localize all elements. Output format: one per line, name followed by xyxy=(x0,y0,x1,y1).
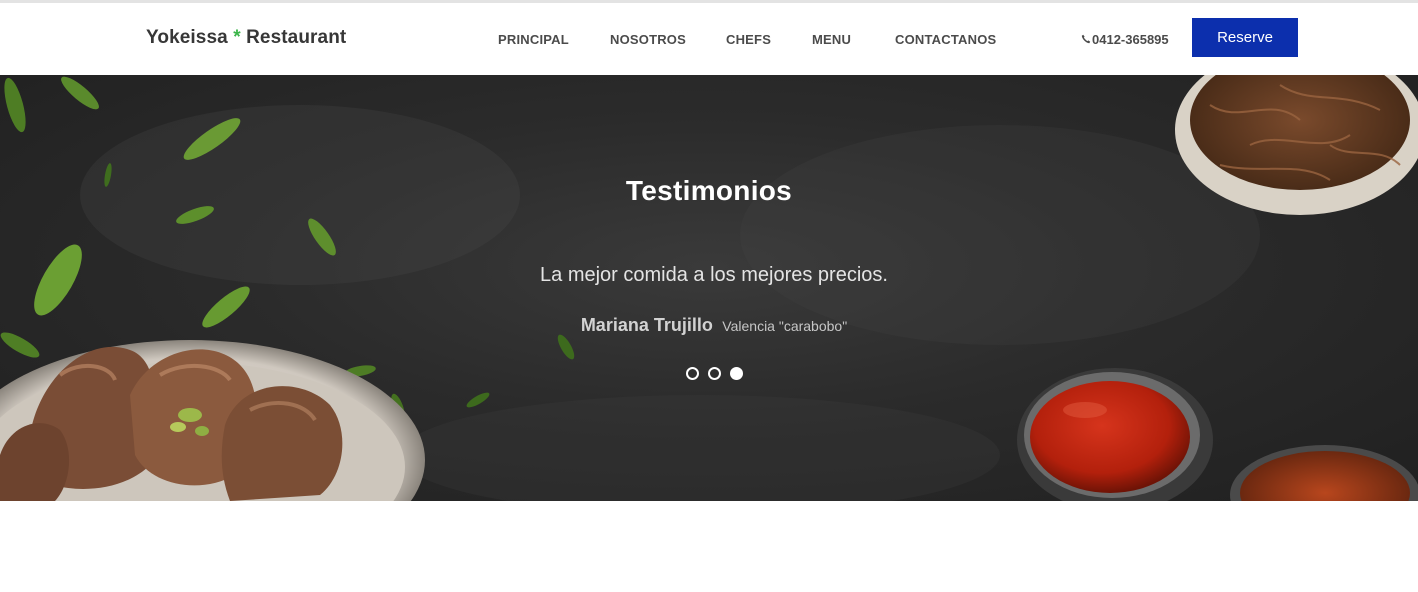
nav-item-contactanos[interactable]: CONTACTANOS xyxy=(895,32,996,47)
testimonials-title: Testimonios xyxy=(625,175,793,206)
author-location: Valencia "carabobo" xyxy=(722,318,848,334)
main-nav: PRINCIPAL NOSOTROS CHEFS MENU CONTACTANO… xyxy=(498,32,996,47)
brand-separator: * xyxy=(233,27,241,48)
testimonial-author: Mariana Trujillo Valencia "carabobo" xyxy=(0,315,1418,336)
author-name: Mariana Trujillo xyxy=(580,315,713,335)
brand-logo[interactable]: Yokeissa * Restaurant xyxy=(146,27,346,49)
reserve-button[interactable]: Reserve xyxy=(1192,18,1298,57)
nav-item-menu[interactable]: MENU xyxy=(812,32,895,47)
nav-item-principal[interactable]: PRINCIPAL xyxy=(498,32,610,47)
carousel-dot-1[interactable] xyxy=(686,367,699,380)
nav-item-nosotros[interactable]: NOSOTROS xyxy=(610,32,726,47)
phone-contact[interactable]: 0412-365895 xyxy=(1081,32,1169,47)
testimonials-section: Testimonios La mejor comida a los mejore… xyxy=(0,75,1418,501)
phone-number: 0412-365895 xyxy=(1092,32,1169,47)
nav-item-chefs[interactable]: CHEFS xyxy=(726,32,812,47)
testimonial-quote: La mejor comida a los mejores precios. xyxy=(540,264,888,286)
navbar: Yokeissa * Restaurant PRINCIPAL NOSOTROS… xyxy=(0,3,1418,75)
carousel-dot-2[interactable] xyxy=(708,367,721,380)
carousel-dot-3[interactable] xyxy=(730,367,743,380)
brand-name-first: Yokeissa xyxy=(146,27,228,48)
food-background-image xyxy=(0,75,1418,501)
carousel-indicators xyxy=(686,367,743,380)
phone-icon xyxy=(1081,32,1092,47)
brand-name-second: Restaurant xyxy=(246,27,347,48)
